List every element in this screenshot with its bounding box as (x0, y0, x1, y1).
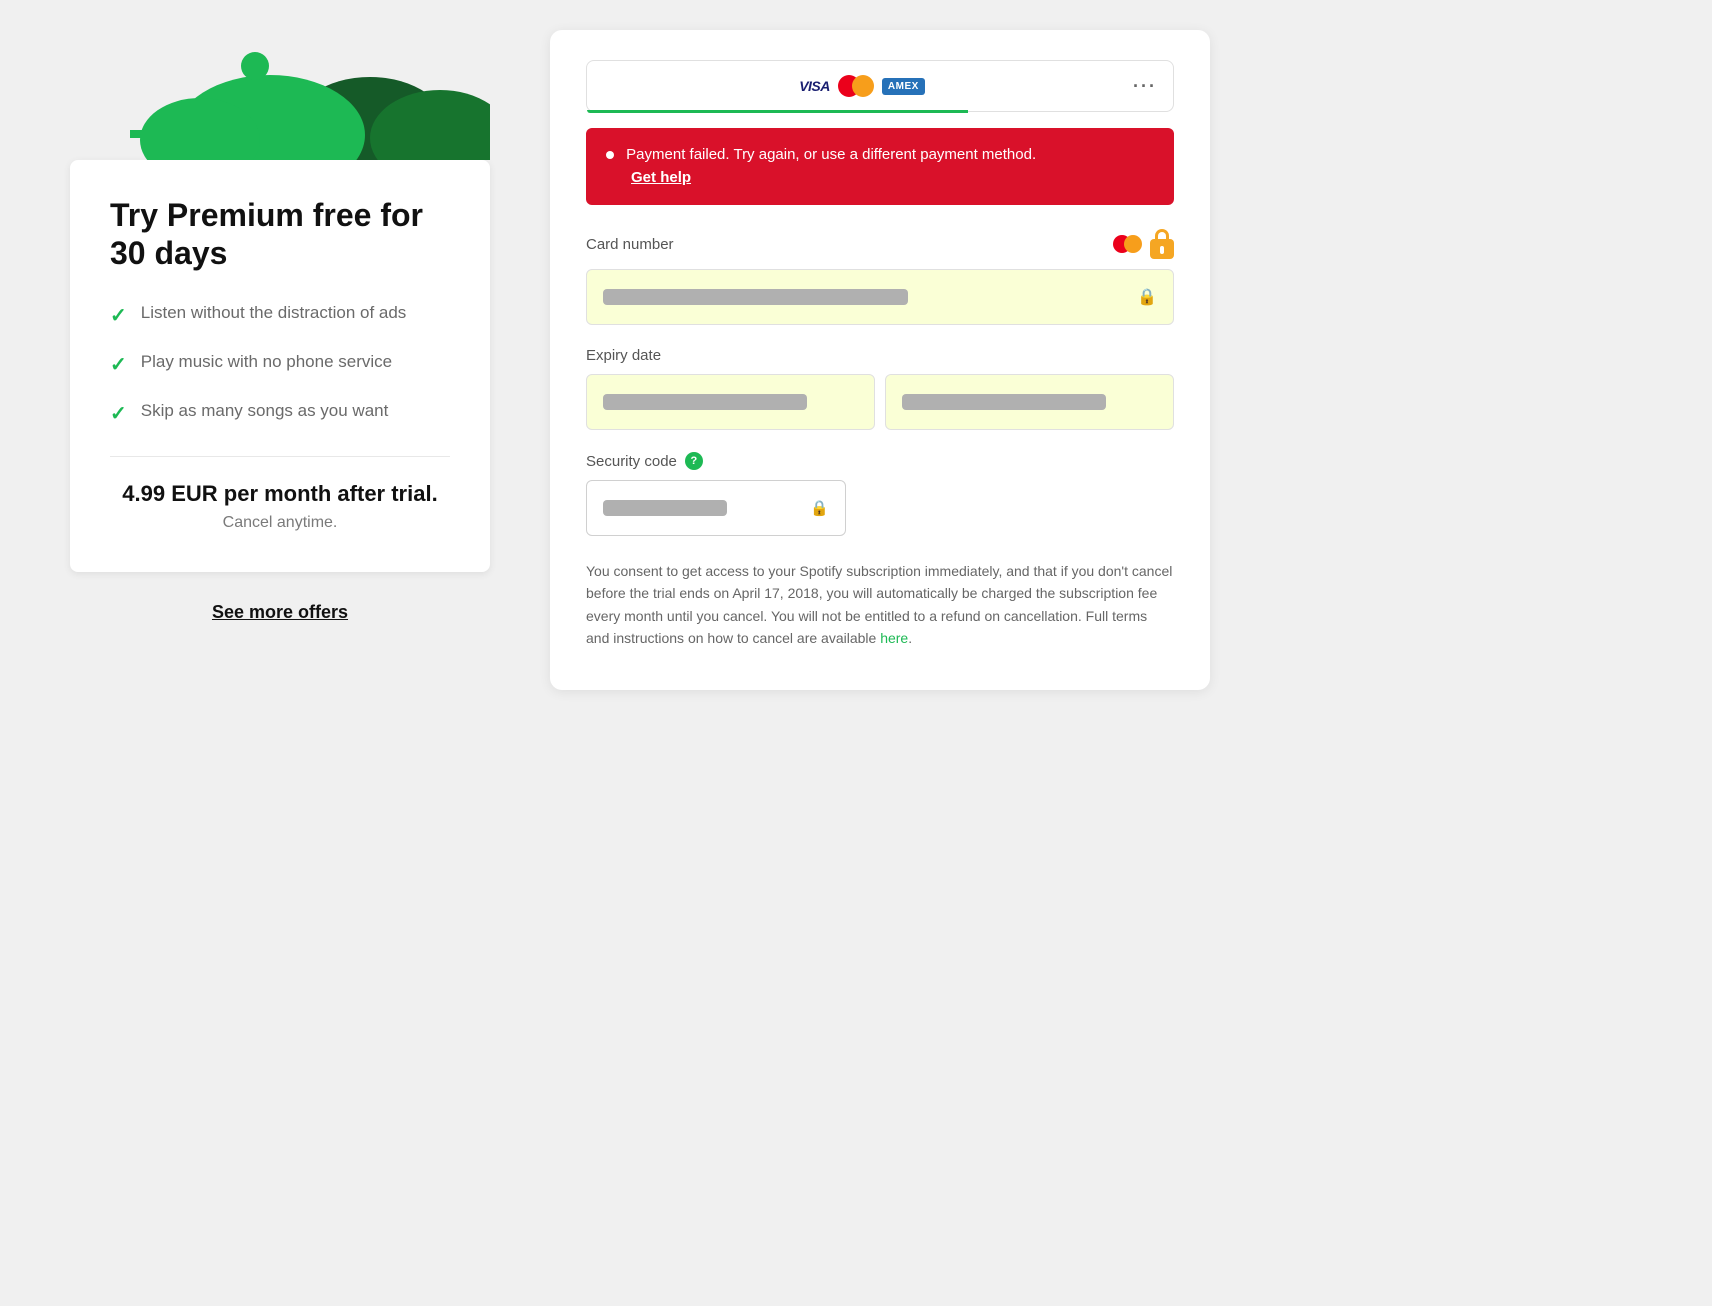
card-number-input[interactable]: 🔒 (586, 269, 1174, 325)
feature-item-2: ✓ Play music with no phone service (110, 350, 450, 379)
feature-text-3: Skip as many songs as you want (141, 399, 389, 423)
divider (110, 456, 450, 457)
payment-method-row[interactable]: VISA AMEX ··· (586, 60, 1174, 112)
feature-text-2: Play music with no phone service (141, 350, 392, 374)
feature-item-3: ✓ Skip as many songs as you want (110, 399, 450, 428)
card-logos: VISA AMEX (603, 75, 1121, 97)
feature-text-1: Listen without the distraction of ads (141, 301, 407, 325)
more-options-button[interactable]: ··· (1133, 76, 1157, 97)
mastercard-small-icon (1113, 235, 1142, 253)
see-more-offers-button[interactable]: See more offers (212, 602, 348, 623)
offer-card: Try Premium free for 30 days ✓ Listen wi… (70, 160, 490, 572)
feature-item-1: ✓ Listen without the distraction of ads (110, 301, 450, 330)
expiry-month-input[interactable] (586, 374, 875, 430)
error-bullet (606, 151, 614, 159)
error-banner: Payment failed. Try again, or use a diff… (586, 128, 1174, 205)
security-lock-icon: 🔒 (810, 499, 829, 517)
expiry-month-placeholder (603, 394, 807, 410)
check-icon-1: ✓ (110, 302, 127, 330)
security-field-group: Security code ? 🔒 (586, 452, 1174, 536)
check-icon-2: ✓ (110, 351, 127, 379)
check-icon-3: ✓ (110, 400, 127, 428)
expiry-label: Expiry date (586, 347, 1174, 364)
right-panel: VISA AMEX ··· Payment failed. Try again,… (550, 30, 1210, 690)
security-code-input[interactable]: 🔒 (586, 480, 846, 536)
offer-title: Try Premium free for 30 days (110, 196, 450, 273)
get-help-link[interactable]: Get help (631, 169, 691, 186)
expiry-year-placeholder (902, 394, 1106, 410)
feature-list: ✓ Listen without the distraction of ads … (110, 301, 450, 428)
price-text: 4.99 EUR per month after trial. (110, 479, 450, 510)
consent-text: You consent to get access to your Spotif… (586, 560, 1174, 650)
error-message: Payment failed. Try again, or use a diff… (626, 146, 1036, 163)
expiry-fields-row (586, 374, 1174, 430)
price-section: 4.99 EUR per month after trial. Cancel a… (110, 479, 450, 532)
left-panel: Try Premium free for 30 days ✓ Listen wi… (40, 30, 520, 623)
lock-orange-icon (1150, 229, 1174, 259)
expiry-year-input[interactable] (885, 374, 1174, 430)
visa-logo: VISA (799, 78, 830, 94)
expiry-field-group: Expiry date (586, 347, 1174, 430)
security-code-placeholder (603, 500, 727, 516)
security-label-row: Security code ? (586, 452, 1174, 470)
security-help-icon[interactable]: ? (685, 452, 703, 470)
cancel-text: Cancel anytime. (110, 514, 450, 532)
mastercard-logo (838, 75, 874, 97)
card-number-label: Card number (586, 229, 1174, 259)
card-number-placeholder (603, 289, 908, 305)
security-label-text: Security code (586, 453, 677, 470)
consent-link[interactable]: here (880, 630, 908, 646)
card-number-field-group: Card number 🔒 (586, 229, 1174, 325)
card-number-lock-icon: 🔒 (1137, 287, 1157, 307)
expiry-label-text: Expiry date (586, 347, 661, 364)
illustration (70, 30, 490, 160)
card-number-icons (1113, 229, 1174, 259)
card-number-label-text: Card number (586, 236, 674, 253)
amex-logo: AMEX (882, 78, 925, 95)
